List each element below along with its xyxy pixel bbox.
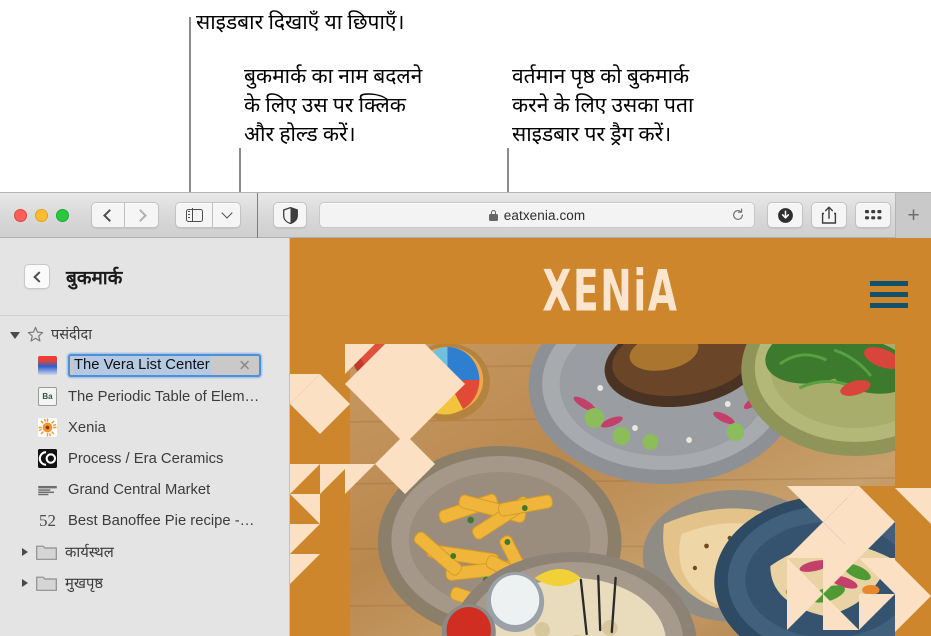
browser-toolbar: eatxenia.com +: [0, 193, 931, 238]
downloads-button[interactable]: [767, 202, 803, 228]
bookmark-row[interactable]: 52 Best Banoffee Pie recipe -…: [0, 505, 289, 536]
reload-icon[interactable]: [731, 208, 745, 222]
bookmark-label: Grand Central Market: [68, 481, 211, 498]
sidebar-toggle-icon: [185, 207, 203, 223]
shield-icon: [282, 206, 298, 224]
share-button[interactable]: [811, 202, 847, 228]
url-display: eatxenia.com: [488, 207, 586, 223]
bookmarks-sidebar: बुकमार्क पसंदीदा The Vera List Center ✕: [0, 238, 290, 636]
url-text: eatxenia.com: [503, 207, 586, 223]
sidebar-toggle-callout-text: साइडबार दिखाएँ या छिपाएँ।: [196, 10, 405, 34]
xenia-sun-favicon: [38, 418, 57, 437]
screenshot-root: साइडबार दिखाएँ या छिपाएँ। बुकमार्क का ना…: [0, 0, 931, 636]
leader-line-sidebar-toggle: [189, 17, 191, 205]
52-favicon: 52: [39, 511, 56, 530]
bookmark-row[interactable]: Grand Central Market: [0, 474, 289, 505]
safari-window: eatxenia.com + बुकमार्क पसंदीदा The Vera…: [0, 192, 931, 636]
chevron-left-icon: [103, 208, 116, 222]
folder-icon: [36, 543, 57, 560]
bookmark-name-input[interactable]: The Vera List Center ✕: [68, 354, 261, 377]
sidebar-back-button[interactable]: [24, 264, 50, 289]
forward-button[interactable]: [125, 202, 159, 228]
triangle-right-icon[interactable]: [22, 578, 28, 587]
bookmark-row-editing[interactable]: The Vera List Center ✕: [0, 350, 289, 381]
sidebar-header: बुकमार्क: [0, 238, 289, 316]
navigation-button-group: [91, 202, 159, 228]
lock-icon: [488, 209, 498, 221]
close-icon[interactable]: ✕: [238, 358, 251, 373]
zoom-window-button[interactable]: [56, 208, 69, 222]
bookmark-row[interactable]: Process / Era Ceramics: [0, 443, 289, 474]
triangle-down-icon[interactable]: [10, 331, 20, 339]
hamburger-menu-icon[interactable]: [870, 281, 908, 308]
window-controls: [14, 208, 69, 222]
close-window-button[interactable]: [14, 208, 27, 222]
address-bar[interactable]: eatxenia.com: [319, 202, 755, 228]
privacy-report-button[interactable]: [273, 202, 307, 228]
bookmark-folder-row[interactable]: कार्यस्थल: [0, 536, 289, 567]
periodic-table-favicon: Ba: [38, 387, 57, 406]
share-icon: [821, 206, 837, 224]
bookmark-folder-row[interactable]: मुखपृष्ठ: [0, 567, 289, 598]
site-header: XENiA: [290, 238, 931, 344]
sidebar-menu-button[interactable]: [213, 202, 241, 228]
site-logo[interactable]: XENiA: [354, 258, 867, 325]
minimize-window-button[interactable]: [35, 208, 48, 222]
bookmark-label: The Periodic Table of Elem…: [68, 388, 260, 405]
decorative-pattern-left-overlay: [345, 324, 465, 544]
bookmark-label: Best Banoffee Pie recipe -…: [68, 512, 255, 529]
process-era-ceramics-favicon: [38, 449, 57, 468]
chevron-down-icon: [220, 207, 233, 219]
web-content: XENiA: [290, 238, 931, 636]
bookmark-folder-label: मुखपृष्ठ: [65, 575, 104, 592]
bookmark-name-value: The Vera List Center: [73, 356, 211, 375]
sidebar-toggle-button[interactable]: [175, 202, 213, 228]
downloads-icon: [777, 207, 793, 223]
bookmark-row[interactable]: Ba The Periodic Table of Elem…: [0, 381, 289, 412]
decorative-pattern-right: [721, 428, 931, 636]
decorative-pattern-left: [290, 344, 350, 636]
bookmark-label: Xenia: [68, 419, 106, 436]
bookmark-folder-label: कार्यस्थल: [65, 544, 114, 561]
toolbar-right-buttons: [767, 202, 891, 228]
window-body: बुकमार्क पसंदीदा The Vera List Center ✕: [0, 238, 931, 636]
new-tab-button[interactable]: +: [895, 193, 931, 238]
toolbar-divider: [257, 193, 258, 238]
folder-icon: [36, 574, 57, 591]
tab-overview-button[interactable]: [855, 202, 891, 228]
grand-central-market-favicon: [38, 480, 57, 499]
drag-address-callout-text: वर्तमान पृष्ठ को बुकमार्क करने के लिए उस…: [512, 64, 694, 146]
star-icon: [27, 326, 44, 342]
bookmark-row[interactable]: Xenia: [0, 412, 289, 443]
triangle-right-icon[interactable]: [22, 547, 28, 556]
tab-overview-icon: [864, 210, 881, 220]
chevron-left-icon: [32, 270, 45, 283]
back-button[interactable]: [91, 202, 125, 228]
sidebar-group-label: पसंदीदा: [51, 327, 92, 343]
sidebar-button-group: [175, 202, 241, 228]
sidebar-group-favorites[interactable]: पसंदीदा: [0, 316, 289, 350]
sidebar-title: बुकमार्क: [66, 267, 123, 289]
rename-bookmark-callout-text: बुकमार्क का नाम बदलने के लिए उस पर क्लिक…: [244, 64, 423, 146]
vera-list-center-favicon: [38, 356, 57, 375]
chevron-right-icon: [133, 208, 147, 222]
bookmark-label: Process / Era Ceramics: [68, 450, 224, 467]
